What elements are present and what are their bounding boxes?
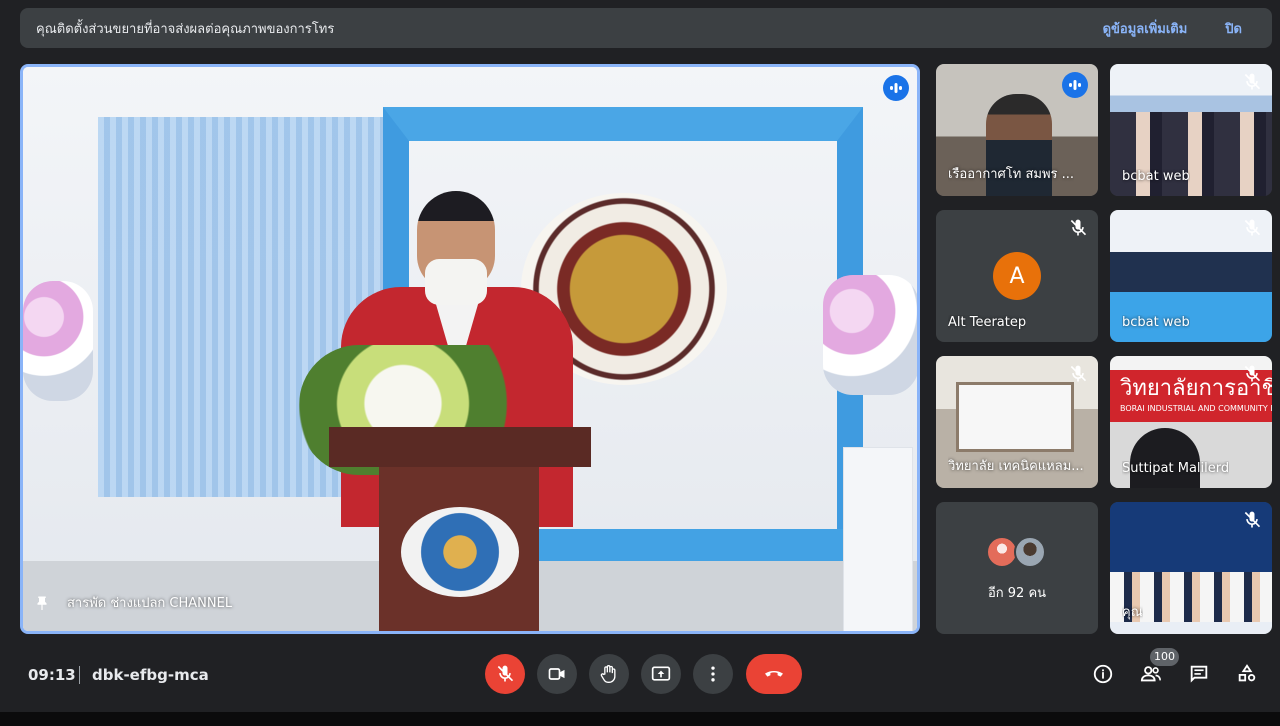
raise-hand-button[interactable] (589, 654, 629, 694)
participant-name: bcbat web (1122, 169, 1190, 184)
taskbar-strip (0, 712, 1280, 726)
mic-off-icon (1242, 510, 1262, 530)
participant-name: คุณ (1122, 605, 1143, 620)
meeting-code: dbk-efbg-mca (92, 666, 209, 684)
camera-toggle-button[interactable] (537, 654, 577, 694)
participant-tile[interactable]: เรืออากาศโท สมพร ... (936, 64, 1098, 196)
participant-tile[interactable]: วิทยาลัยการอาชีพ BORAI INDUSTRIAL AND CO… (1110, 356, 1272, 488)
people-icon (1140, 666, 1161, 682)
more-options-button[interactable] (693, 654, 733, 694)
participant-name: Alt Teeratep (948, 315, 1027, 330)
speaking-indicator-icon (1062, 72, 1088, 98)
camera-icon (548, 668, 565, 680)
call-end-icon (765, 671, 783, 677)
info-icon (1093, 664, 1113, 684)
video-background (823, 275, 917, 395)
video-background (843, 447, 913, 631)
leave-call-button[interactable] (746, 654, 802, 694)
self-view-tile[interactable]: คุณ (1110, 502, 1272, 634)
participant-tile[interactable]: วิทยาลัย เทคนิคแหลม... (936, 356, 1098, 488)
chat-icon (1190, 665, 1208, 683)
more-vert-icon (711, 666, 715, 682)
divider (79, 666, 80, 684)
activities-button[interactable] (1233, 660, 1261, 688)
meeting-details-button[interactable] (1089, 660, 1117, 688)
pin-icon[interactable] (33, 595, 51, 613)
mic-off-icon (1068, 218, 1088, 238)
meeting-time: 09:13 (28, 666, 76, 684)
avatar: A (993, 252, 1041, 300)
participant-name: bcbat web (1122, 315, 1190, 330)
extension-warning-banner: คุณติดตั้งส่วนขยายที่อาจส่งผลต่อคุณภาพขอ… (20, 8, 1272, 48)
control-bar: 09:13 dbk-efbg-mca 100 (0, 648, 1280, 710)
dismiss-banner-button[interactable]: ปิด (1225, 18, 1242, 39)
speaking-indicator-icon (883, 75, 909, 101)
college-banner-subtext: BORAI INDUSTRIAL AND COMMUNITY EDUC (1120, 404, 1272, 413)
learn-more-link[interactable]: ดูข้อมูลเพิ่มเติม (1103, 18, 1188, 39)
present-screen-icon (651, 666, 671, 681)
presenter-name: สารพัด ช่างแปลก CHANNEL (67, 596, 233, 611)
present-screen-button[interactable] (641, 654, 681, 694)
participants-count-badge: 100 (1150, 648, 1179, 666)
banner-message: คุณติดตั้งส่วนขยายที่อาจส่งผลต่อคุณภาพขอ… (36, 21, 335, 37)
participant-name: Suttipat Malilerd (1122, 461, 1230, 476)
video-background (23, 281, 93, 401)
hand-icon (600, 665, 616, 683)
more-participants-tile[interactable]: อีก 92 คน (936, 502, 1098, 634)
mic-off-icon (497, 665, 514, 682)
podium (329, 427, 591, 631)
participant-name: วิทยาลัย เทคนิคแหลม... (948, 459, 1084, 474)
participant-tile[interactable]: bcbat web (1110, 64, 1272, 196)
chat-button[interactable] (1185, 660, 1213, 688)
activities-icon (1238, 664, 1256, 682)
mic-off-icon (1242, 72, 1262, 92)
mic-off-icon (1242, 364, 1262, 384)
participant-tile[interactable]: bcbat web (1110, 210, 1272, 342)
participant-tile[interactable]: A Alt Teeratep (936, 210, 1098, 342)
participant-name: เรืออากาศโท สมพร ... (948, 167, 1075, 182)
mic-off-icon (1068, 364, 1088, 384)
mic-toggle-button[interactable] (485, 654, 525, 694)
avatar (1014, 536, 1046, 568)
more-participants-count: อีก 92 คน (987, 586, 1047, 601)
main-video-stage[interactable]: สารพัด ช่างแปลก CHANNEL (20, 64, 920, 634)
mic-off-icon (1242, 218, 1262, 238)
